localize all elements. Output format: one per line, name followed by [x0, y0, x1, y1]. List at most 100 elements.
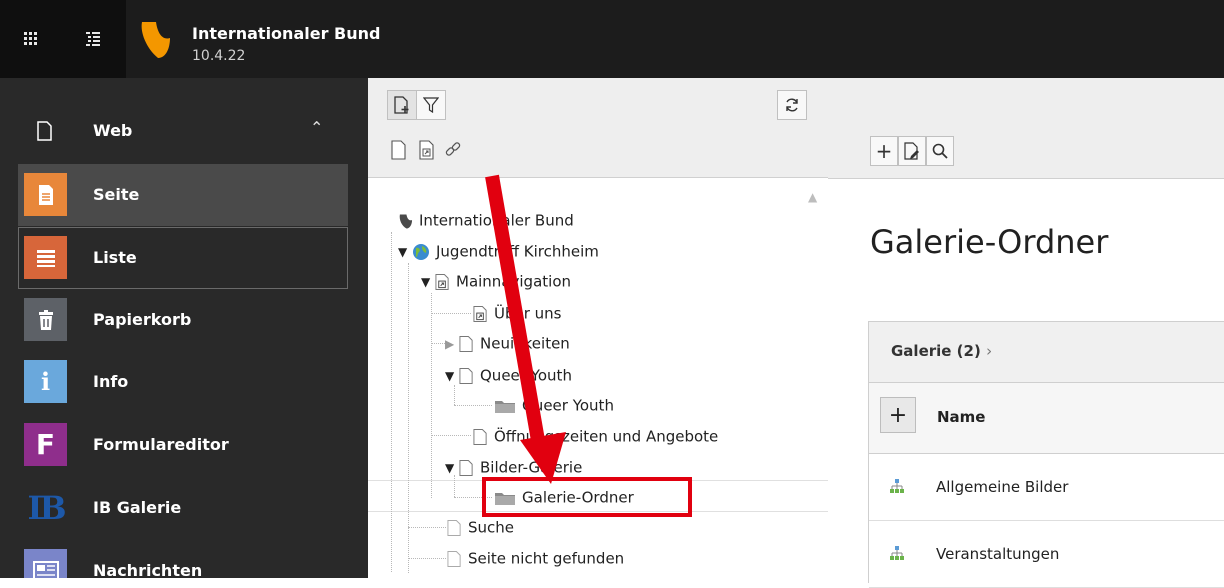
- tree-line: [431, 293, 432, 498]
- tree-line: [431, 435, 471, 436]
- module-group-label: Web: [93, 121, 133, 140]
- drag-link-icon[interactable]: [442, 138, 464, 162]
- tree-node-neuigkeiten[interactable]: ▶ Neuigkeiten: [445, 331, 570, 355]
- caret-down-icon[interactable]: ▼: [398, 240, 412, 264]
- module-menu-toggle[interactable]: [0, 0, 62, 78]
- brand-version: 10.4.22: [192, 48, 246, 64]
- caret-down-icon[interactable]: ▼: [445, 364, 459, 388]
- scroll-up-icon[interactable]: ▲: [808, 190, 817, 204]
- panel-title: Galerie (2) ›: [891, 342, 993, 360]
- tree-node-label: Queer Youth: [480, 366, 572, 385]
- page-add-icon: [394, 96, 409, 114]
- row-name: Allgemeine Bilder: [936, 478, 1069, 496]
- module-papierkorb[interactable]: Papierkorb: [0, 289, 368, 351]
- page-tree-toggle[interactable]: [62, 0, 124, 78]
- module-label: Papierkorb: [93, 310, 192, 329]
- caret-right-icon[interactable]: ▶: [445, 332, 459, 356]
- content-area: + Galerie-Ordner Galerie (2) › + Name Al…: [828, 78, 1224, 588]
- module-label: Seite: [93, 185, 140, 204]
- gallery-panel: Galerie (2) › + Name Allgemeine Bilder V…: [868, 321, 1224, 588]
- tree-node-label: Jugendtreff Kirchheim: [436, 242, 599, 261]
- plus-icon: +: [875, 139, 893, 163]
- tree-node-label: Neuigkeiten: [480, 334, 570, 353]
- form-icon: F: [24, 423, 67, 466]
- highlight-box: [482, 477, 692, 517]
- search-button[interactable]: [926, 136, 954, 166]
- module-seite[interactable]: Seite: [18, 164, 348, 226]
- module-ib-galerie[interactable]: IB IB Galerie: [0, 477, 368, 539]
- chevron-up-icon[interactable]: ⌃: [310, 118, 323, 137]
- filter-icon: [423, 97, 439, 113]
- folder-icon: [495, 400, 515, 413]
- panel-header[interactable]: Galerie (2) ›: [869, 322, 1224, 383]
- category-tree-icon: [890, 546, 904, 560]
- tree-node-oeffnungszeiten[interactable]: Öffnungszeiten und Angebote: [473, 424, 718, 448]
- tree-node-site[interactable]: ▼ Jugendtreff Kirchheim: [398, 239, 599, 263]
- tree-node-label: Mainnavigation: [456, 272, 571, 291]
- new-page-button[interactable]: [387, 90, 417, 120]
- page-title: Galerie-Ordner: [870, 223, 1109, 261]
- search-icon: [932, 143, 948, 159]
- grid-icon: [24, 32, 37, 45]
- module-nachrichten[interactable]: Nachrichten: [0, 540, 368, 578]
- ib-icon: IB: [27, 488, 66, 527]
- module-liste[interactable]: Liste: [18, 227, 348, 289]
- module-info[interactable]: i Info: [0, 351, 368, 413]
- caret-down-icon[interactable]: ▼: [421, 270, 435, 294]
- tree-line: [431, 343, 445, 344]
- tree-node-bilder-galerie[interactable]: ▼ Bilder-Galerie: [445, 455, 582, 479]
- refresh-button[interactable]: [777, 90, 807, 120]
- tree-node-label: Seite nicht gefunden: [468, 549, 625, 568]
- tree-node-label: Queer Youth: [522, 396, 614, 415]
- tree-node-suche[interactable]: Suche: [447, 515, 514, 539]
- tree-node-ueber-uns[interactable]: Über uns: [473, 301, 562, 325]
- row-name: Veranstaltungen: [936, 545, 1060, 563]
- page-icon: [447, 550, 461, 567]
- site-brand[interactable]: Internationaler Bund 10.4.22: [126, 0, 1224, 78]
- new-record-button[interactable]: +: [870, 136, 898, 166]
- module-label: IB Galerie: [93, 498, 182, 517]
- plus-icon: +: [888, 402, 908, 428]
- tree-node-queer-youth[interactable]: ▼ Queer Youth: [445, 363, 572, 387]
- drag-shortcut-icon[interactable]: [416, 138, 438, 162]
- content-toolbar: +: [828, 78, 1224, 179]
- tree-line: [431, 313, 471, 314]
- tree-list-icon: [86, 32, 100, 46]
- shortcut-page-icon: [473, 305, 487, 322]
- tree-line: [454, 385, 455, 405]
- module-formulareditor[interactable]: F Formulareditor: [0, 414, 368, 476]
- brand-name: Internationaler Bund: [192, 24, 381, 43]
- tree-line: [391, 232, 392, 572]
- add-record-button[interactable]: +: [880, 397, 916, 433]
- module-label: Formulareditor: [93, 435, 229, 454]
- edit-page-button[interactable]: [898, 136, 926, 166]
- tree-node-label: Bilder-Galerie: [480, 458, 583, 477]
- tree-node-seite-nicht-gefunden[interactable]: Seite nicht gefunden: [447, 546, 624, 570]
- tree-node-mainnavigation[interactable]: ▼ Mainnavigation: [421, 269, 571, 293]
- tree-node-queer-youth-folder[interactable]: Queer Youth: [494, 393, 614, 417]
- page-icon: [459, 459, 473, 476]
- filter-button[interactable]: [416, 90, 446, 120]
- module-label: Nachrichten: [93, 561, 203, 578]
- table-row[interactable]: Allgemeine Bilder: [869, 454, 1224, 521]
- info-icon: i: [24, 360, 67, 403]
- typo3-logo-icon: [399, 213, 413, 228]
- column-name-label[interactable]: Name: [937, 408, 985, 426]
- tree-node-label: Suche: [468, 518, 515, 537]
- chevron-right-icon: ›: [986, 342, 993, 360]
- page-icon: [459, 367, 473, 384]
- tree-node-label: Internationaler Bund: [419, 211, 574, 230]
- page-icon: [37, 121, 52, 141]
- page-icon: [459, 335, 473, 352]
- seite-icon: [24, 173, 67, 216]
- module-group-web[interactable]: Web ⌃: [0, 102, 368, 160]
- column-header: + Name: [869, 383, 1224, 454]
- page-tree: [368, 178, 828, 578]
- page-icon: [447, 519, 461, 536]
- module-label: Liste: [93, 248, 137, 267]
- tree-node-root[interactable]: Internationaler Bund: [398, 208, 574, 232]
- trash-icon: [24, 298, 67, 341]
- caret-down-icon[interactable]: ▼: [445, 456, 459, 480]
- topbar: Internationaler Bund 10.4.22: [0, 0, 1224, 78]
- drag-page-icon[interactable]: [388, 138, 410, 162]
